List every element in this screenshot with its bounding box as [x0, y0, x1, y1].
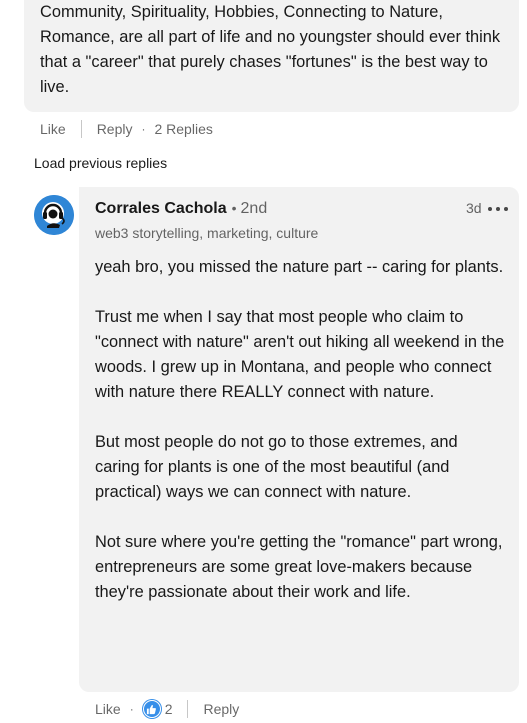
load-previous-replies-button[interactable]: Load previous replies: [34, 155, 167, 171]
author-name-link[interactable]: Corrales Cachola: [95, 200, 227, 218]
like-reaction-icon[interactable]: [142, 700, 161, 718]
timestamp: 3d: [466, 200, 482, 216]
avatar-headset-icon: [34, 195, 74, 235]
thumbs-up-icon: [147, 704, 157, 714]
separator-dot: ·: [129, 702, 134, 716]
separator-dot: ·: [141, 122, 146, 136]
parent-comment-actions: Like Reply · 2 Replies: [40, 119, 213, 139]
separator-dot: •: [231, 200, 237, 216]
reply-paragraph: But most people do not go to those extre…: [95, 433, 458, 501]
reply-author-row: Corrales Cachola • 2nd: [95, 200, 267, 218]
reply-paragraph: Trust me when I say that most people who…: [95, 308, 505, 401]
reply-button[interactable]: Reply: [203, 701, 239, 717]
like-button[interactable]: Like: [40, 121, 66, 137]
connection-degree: 2nd: [240, 200, 268, 217]
divider: [80, 120, 82, 138]
parent-comment-text: Community, Spirituality, Hobbies, Connec…: [40, 3, 501, 96]
more-options-icon[interactable]: [488, 205, 508, 213]
reply-paragraph: yeah bro, you missed the nature part -- …: [95, 258, 504, 276]
reply-button[interactable]: Reply: [97, 121, 133, 137]
reaction-count[interactable]: 2: [165, 701, 173, 717]
like-button[interactable]: Like: [95, 701, 121, 717]
replies-count-link[interactable]: 2 Replies: [154, 121, 212, 137]
reply-paragraph: Not sure where you're getting the "roman…: [95, 533, 503, 601]
reply-comment-text: yeah bro, you missed the nature part -- …: [95, 255, 505, 605]
avatar[interactable]: [34, 195, 74, 235]
reply-actions: Like · 2 Reply: [95, 698, 239, 720]
author-headline: web3 storytelling, marketing, culture: [95, 225, 319, 241]
divider: [187, 700, 189, 718]
